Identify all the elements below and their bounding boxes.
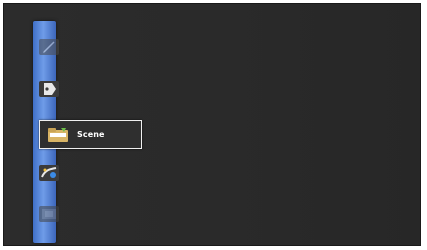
tag-icon — [39, 81, 59, 97]
magic-icon — [39, 165, 59, 181]
film-icon — [39, 206, 59, 222]
menu-item-scene[interactable]: Scene — [39, 120, 142, 149]
screen: Scene — [3, 3, 421, 246]
menu-item-tag[interactable] — [37, 79, 61, 99]
edit-icon — [39, 39, 59, 55]
menu-item-edit[interactable] — [37, 37, 61, 57]
menu-item-magic[interactable] — [37, 163, 61, 183]
scene-label: Scene — [77, 130, 105, 139]
menu-item-film[interactable] — [37, 204, 61, 224]
folder-icon — [48, 127, 68, 142]
